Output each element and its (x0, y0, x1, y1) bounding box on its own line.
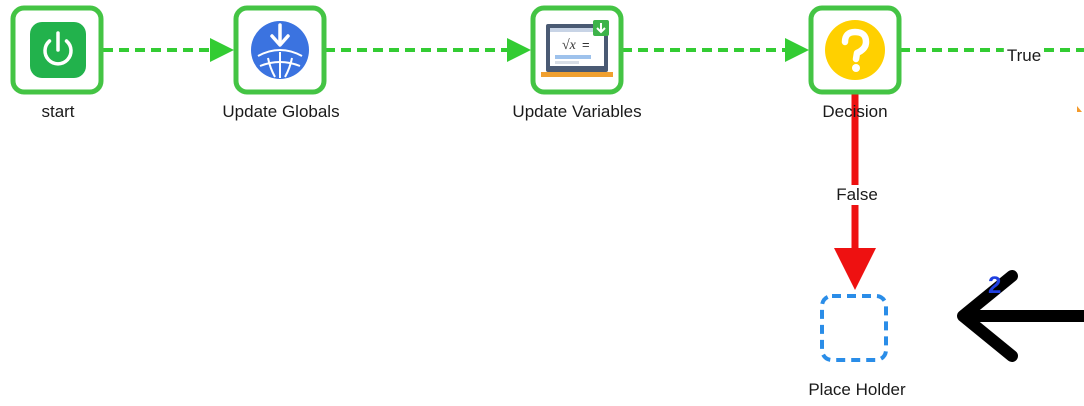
edge-label-true: True (1003, 46, 1045, 66)
edge-start-to-update-globals[interactable] (103, 38, 234, 62)
node-label-update-variables: Update Variables (512, 102, 642, 121)
power-icon (30, 22, 86, 78)
node-start[interactable] (10, 5, 104, 95)
edge-update-globals-to-update-variables[interactable] (325, 38, 531, 62)
svg-text:=: = (582, 37, 590, 52)
formula-board-icon: √x = (541, 20, 613, 77)
node-label-decision: Decision (822, 102, 888, 121)
edge-update-variables-to-decision[interactable] (622, 38, 809, 62)
arrow-left-icon (957, 270, 1084, 362)
node-label-place-holder: Place Holder (808, 380, 906, 399)
globe-download-icon (251, 21, 309, 79)
node-place-holder[interactable] (820, 294, 888, 362)
offscreen-node-fragment (1077, 106, 1082, 112)
node-decision[interactable] (808, 5, 902, 95)
node-update-variables[interactable]: √x = (530, 5, 624, 95)
svg-text:√x: √x (562, 38, 577, 53)
node-label-update-globals: Update Globals (222, 102, 340, 121)
node-update-globals[interactable] (233, 5, 327, 95)
edge-label-false: False (833, 185, 881, 205)
question-icon (825, 20, 885, 80)
node-label-start: start (41, 102, 75, 121)
workflow-canvas: √x = (10, 5, 1084, 362)
annotation-badge: 2 (988, 272, 1002, 299)
